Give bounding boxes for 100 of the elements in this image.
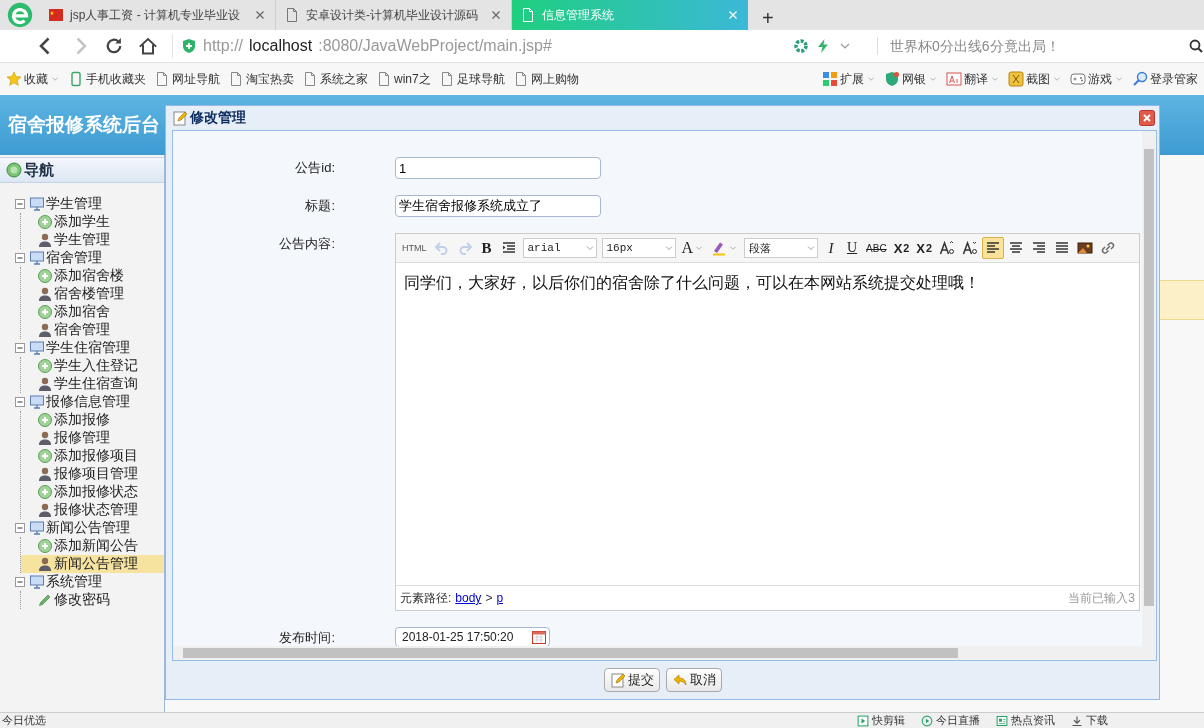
collapse-icon[interactable] <box>12 520 28 536</box>
bookmark-link[interactable]: win7之 <box>376 70 431 88</box>
reload-icon[interactable] <box>104 36 124 56</box>
tree-group[interactable]: 报修信息管理 <box>12 393 164 411</box>
font-family-field[interactable]: arial <box>522 238 597 258</box>
text-field[interactable]: 学生宿舍报修系统成立了 <box>395 195 601 217</box>
tree-item[interactable]: 添加报修状态 <box>21 483 164 501</box>
horizontal-scrollbar[interactable] <box>173 646 1156 660</box>
path-separator: > <box>485 591 493 605</box>
tree-item[interactable]: 添加学生 <box>21 213 164 231</box>
underline-button[interactable]: U <box>842 237 863 259</box>
redo-icon <box>456 240 473 256</box>
letter-size-icon <box>962 240 979 256</box>
paragraph-format-field[interactable]: 段落 <box>744 238 819 258</box>
phone-icon <box>68 71 84 87</box>
extension-button[interactable]: 网银 <box>884 70 938 88</box>
tree-group[interactable]: 新闻公告管理 <box>12 519 164 537</box>
collapse-icon[interactable] <box>12 574 28 590</box>
star-icon <box>6 71 22 87</box>
italic-button[interactable]: I <box>821 237 842 259</box>
page-icon <box>302 71 318 87</box>
status-button[interactable]: 下载 <box>1071 713 1108 728</box>
tree-item[interactable]: 报修状态管理 <box>21 501 164 519</box>
tree-item[interactable]: 学生入住登记 <box>21 357 164 375</box>
plus-circle-icon <box>37 358 53 374</box>
app-title: 宿舍报修系统后台 <box>8 113 160 137</box>
close-button[interactable] <box>1139 110 1155 126</box>
bookmark-link[interactable]: 手机收藏夹 <box>68 70 146 88</box>
tree-group[interactable]: 宿舍管理 <box>12 249 164 267</box>
collapse-icon[interactable] <box>12 250 28 266</box>
cancel-button[interactable]: 取消 <box>665 668 722 692</box>
tree-item[interactable]: 添加宿舍 <box>21 303 164 321</box>
extension-button[interactable]: 翻译 <box>946 70 1000 88</box>
html-button[interactable]: HTML <box>399 237 430 259</box>
search-icon[interactable] <box>1188 38 1204 54</box>
person-icon <box>37 232 53 248</box>
extension-button[interactable]: 截图 <box>1008 70 1062 88</box>
tree-item[interactable]: 学生住宿查询 <box>21 375 164 393</box>
vertical-scrollbar[interactable] <box>1142 131 1156 646</box>
address-field[interactable]: http:// localhost :8080/JavaWebProject/main.jsp# <box>172 34 779 58</box>
strikethrough-button[interactable]: ABC <box>863 237 890 259</box>
align-button[interactable] <box>982 237 1005 259</box>
extension-button[interactable]: 登录管家 <box>1132 70 1198 88</box>
tree-item[interactable]: 宿舍楼管理 <box>21 285 164 303</box>
status-button[interactable]: 今日直播 <box>921 713 980 728</box>
collapse-icon[interactable] <box>12 196 28 212</box>
text-field[interactable]: 1 <box>395 157 601 179</box>
link-icon <box>1100 240 1117 256</box>
return-arrow-icon <box>671 672 688 688</box>
indent-icon <box>500 240 517 256</box>
tree-item[interactable]: 宿舍管理 <box>21 321 164 339</box>
edit-note-icon <box>172 110 188 126</box>
collapse-icon[interactable] <box>12 340 28 356</box>
tree-item[interactable]: 添加报修项目 <box>21 447 164 465</box>
font-color-button[interactable]: A <box>678 237 708 259</box>
path-link[interactable]: body <box>455 591 482 605</box>
tree-item[interactable]: 新闻公告管理 <box>21 555 164 573</box>
tree-item[interactable]: 添加报修 <box>21 411 164 429</box>
tree-item[interactable]: 添加新闻公告 <box>21 537 164 555</box>
bold-button[interactable]: B <box>476 237 497 259</box>
person-icon <box>37 556 53 572</box>
bookmark-link[interactable]: 网上购物 <box>512 70 579 88</box>
bookmark-link[interactable]: 收藏 <box>6 70 60 88</box>
bookmark-link[interactable]: 系统之家 <box>302 70 368 88</box>
char-count: 当前已输入3 <box>1068 589 1135 607</box>
tree-item[interactable]: 报修项目管理 <box>21 465 164 483</box>
submit-button[interactable]: 提交 <box>603 668 660 692</box>
bookmark-link[interactable]: 淘宝热卖 <box>228 70 294 88</box>
date-field[interactable]: 2018-01-25 17:50:20 <box>395 627 550 646</box>
close-icon <box>1139 110 1155 126</box>
tree-group[interactable]: 系统管理 <box>12 573 164 591</box>
tree-item[interactable]: 修改密码 <box>21 591 164 609</box>
plus-circle-icon <box>37 214 53 230</box>
news-icon <box>996 714 1008 727</box>
tree-item[interactable]: 学生管理 <box>21 231 164 249</box>
person-icon <box>37 466 53 482</box>
path-link[interactable]: p <box>496 591 504 605</box>
tree-item[interactable]: 报修管理 <box>21 429 164 447</box>
extension-button[interactable]: 扩展 <box>822 70 876 88</box>
calendar-icon <box>531 629 547 645</box>
shield-icon <box>884 71 900 87</box>
plus-circle-icon <box>37 268 53 284</box>
home-icon[interactable] <box>138 36 158 56</box>
flag-icon <box>48 7 64 23</box>
new-tab-button[interactable]: + <box>748 7 788 30</box>
collapse-icon[interactable] <box>12 394 28 410</box>
status-button[interactable]: 快剪辑 <box>857 713 905 728</box>
font-size-field[interactable]: 16px <box>601 238 676 258</box>
extension-button[interactable]: 游戏 <box>1070 70 1124 88</box>
highlighter-icon <box>711 240 728 256</box>
bookmark-link[interactable]: 网址导航 <box>154 70 220 88</box>
tree-item[interactable]: 添加宿舍楼 <box>21 267 164 285</box>
tree-group[interactable]: 学生住宿管理 <box>12 339 164 357</box>
status-button[interactable]: 热点资讯 <box>996 713 1055 728</box>
bookmark-link[interactable]: 足球导航 <box>438 70 505 88</box>
tree-group[interactable]: 学生管理 <box>12 195 164 213</box>
page-icon <box>154 71 170 87</box>
browser-logo-icon <box>7 2 33 28</box>
pencil-icon <box>37 592 53 608</box>
align-right-icon <box>1031 240 1048 256</box>
